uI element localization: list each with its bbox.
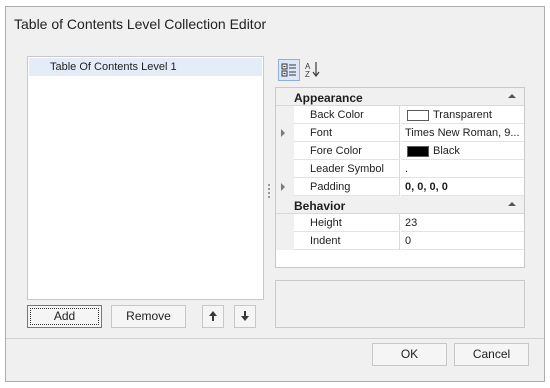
footer-divider [6,338,544,339]
property-name: Indent [310,235,341,247]
collection-editor-dialog: Table of Contents Level Collection Edito… [5,6,545,382]
focus-rectangle [30,308,99,325]
property-row-back-color[interactable]: Back Color Transparent [276,106,524,124]
arrow-down-icon [241,311,249,321]
svg-text:Z: Z [305,70,310,79]
cancel-button[interactable]: Cancel [454,343,529,366]
property-value[interactable]: Black [433,145,460,157]
property-row-height[interactable]: Height 23 [276,214,524,232]
list-item-label: Table Of Contents Level 1 [50,61,177,73]
property-row-leader-symbol[interactable]: Leader Symbol . [276,160,524,178]
arrow-up-icon [209,311,217,321]
add-button[interactable]: Add [27,305,102,328]
property-description-panel [275,280,525,328]
collapse-icon[interactable] [508,202,516,206]
alphabetical-sort-icon: A Z [305,62,320,79]
alphabetical-view-button[interactable]: A Z [302,59,324,81]
category-label: Appearance [294,91,363,105]
categorized-icon [281,63,296,77]
collapse-icon[interactable] [508,94,516,98]
ok-button-label: OK [400,347,419,361]
property-value[interactable]: Transparent [433,109,492,121]
move-down-button[interactable] [234,305,256,328]
property-name: Back Color [310,109,364,121]
dialog-title: Table of Contents Level Collection Edito… [14,16,267,32]
expand-icon[interactable] [281,129,285,137]
horizontal-splitter-grip[interactable] [397,272,415,283]
list-item[interactable]: Table Of Contents Level 1 [29,58,262,76]
property-value[interactable]: 23 [405,217,417,229]
vertical-splitter-grip[interactable] [267,184,271,202]
remove-button-label: Remove [126,309,171,323]
property-grid-toolbar: A Z [276,59,526,83]
property-name: Padding [310,181,351,193]
property-name: Font [310,127,333,139]
cancel-button-label: Cancel [472,347,511,361]
move-up-button[interactable] [202,305,224,328]
color-swatch [407,110,429,121]
property-name: Leader Symbol [310,163,384,175]
color-swatch [407,146,429,157]
property-grid[interactable]: Appearance Back Color Transparent Font T… [275,87,525,268]
property-value[interactable]: 0 [405,235,411,247]
title-bar: Table of Contents Level Collection Edito… [6,7,544,41]
category-appearance[interactable]: Appearance [276,88,524,106]
ok-button[interactable]: OK [372,343,447,366]
property-row-indent[interactable]: Indent 0 [276,232,524,250]
category-label: Behavior [294,199,346,213]
collection-list[interactable]: Table Of Contents Level 1 [27,56,264,300]
remove-button[interactable]: Remove [111,305,186,328]
property-row-padding[interactable]: Padding 0, 0, 0, 0 [276,178,524,196]
property-value[interactable]: Times New Roman, 9... [405,127,520,139]
property-value[interactable]: . [405,163,408,175]
property-name: Height [310,217,342,229]
property-value[interactable]: 0, 0, 0, 0 [405,181,448,193]
property-row-fore-color[interactable]: Fore Color Black [276,142,524,160]
property-row-font[interactable]: Font Times New Roman, 9... [276,124,524,142]
property-name: Fore Color [310,145,362,157]
categorized-view-button[interactable] [278,59,300,81]
category-behavior[interactable]: Behavior [276,196,524,214]
expand-icon[interactable] [281,183,285,191]
